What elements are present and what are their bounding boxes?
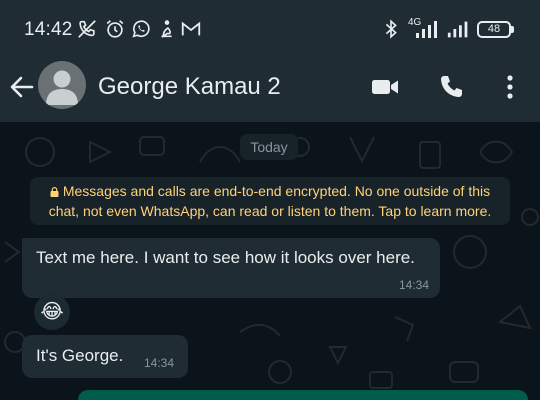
reaction-emoji[interactable]: 😂 (34, 294, 70, 330)
more-options-icon[interactable] (496, 73, 524, 101)
alarm-icon (104, 18, 126, 40)
message-text: Text me here. I want to see how it looks… (36, 248, 415, 267)
video-call-icon[interactable] (370, 73, 400, 101)
encryption-notice-text: Messages and calls are end-to-end encryp… (48, 183, 492, 219)
signal-icon (414, 18, 442, 40)
status-bar: 14:42 4G 48 (0, 0, 540, 58)
message-time: 14:34 (398, 278, 429, 292)
battery-icon: 48 (477, 21, 511, 38)
bluetooth-icon (380, 18, 402, 40)
whatsapp-icon (130, 18, 152, 40)
message-bubble-outgoing[interactable] (78, 390, 528, 400)
status-time: 14:42 (24, 19, 73, 40)
back-arrow-icon[interactable] (8, 73, 36, 101)
signal-icon-2 (446, 18, 472, 40)
chat-header: George Kamau 2 (0, 58, 540, 122)
notification-icon (156, 18, 178, 40)
lock-icon (50, 187, 59, 197)
encryption-notice[interactable]: Messages and calls are end-to-end encryp… (30, 177, 510, 225)
message-bubble-incoming-2[interactable]: It's George. 14:34 (22, 335, 188, 378)
avatar-icon[interactable] (38, 61, 86, 109)
battery-tip (511, 26, 514, 33)
message-bubble-incoming[interactable]: Text me here. I want to see how it looks… (22, 238, 440, 298)
gmail-icon (180, 18, 202, 40)
chat-area[interactable]: Today Messages and calls are end-to-end … (0, 122, 540, 400)
contact-name[interactable]: George Kamau 2 (98, 73, 281, 101)
voice-call-icon[interactable] (437, 73, 467, 101)
date-chip: Today (240, 134, 298, 160)
message-text-2: It's George. (36, 346, 124, 365)
no-call-icon (76, 18, 98, 40)
message-time-2: 14:34 (144, 356, 175, 370)
